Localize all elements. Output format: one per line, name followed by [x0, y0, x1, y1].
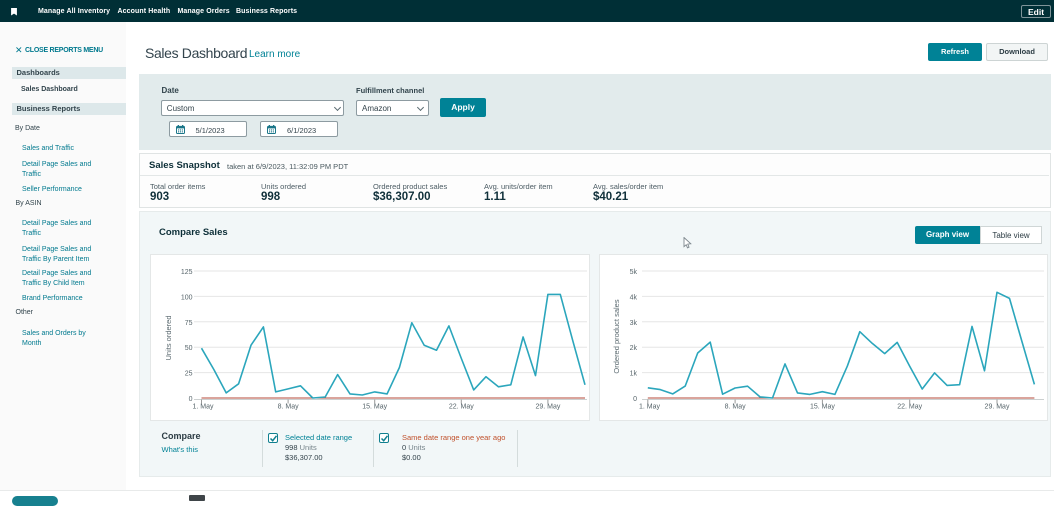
svg-text:0: 0 — [633, 396, 637, 403]
svg-text:29. May: 29. May — [985, 404, 1010, 411]
svg-text:3k: 3k — [630, 320, 638, 327]
svg-text:5k: 5k — [630, 269, 638, 276]
svg-text:Units ordered: Units ordered — [164, 315, 173, 360]
svg-text:15. May: 15. May — [810, 404, 835, 411]
svg-text:25: 25 — [185, 371, 193, 378]
svg-text:15. May: 15. May — [362, 404, 387, 411]
svg-text:Ordered product sales: Ordered product sales — [612, 299, 621, 373]
svg-text:125: 125 — [181, 269, 193, 276]
svg-text:8. May: 8. May — [278, 404, 300, 411]
svg-text:0: 0 — [189, 396, 193, 403]
svg-text:50: 50 — [185, 345, 193, 352]
svg-text:22. May: 22. May — [449, 404, 474, 411]
svg-text:2k: 2k — [630, 345, 638, 352]
svg-text:100: 100 — [181, 294, 193, 301]
svg-text:1k: 1k — [630, 371, 638, 378]
svg-text:22. May: 22. May — [897, 404, 922, 411]
svg-text:75: 75 — [185, 320, 193, 327]
svg-text:8. May: 8. May — [725, 404, 747, 411]
svg-text:1. May: 1. May — [192, 404, 214, 411]
svg-text:4k: 4k — [630, 294, 638, 301]
svg-text:1. May: 1. May — [639, 404, 661, 411]
svg-text:29. May: 29. May — [535, 404, 560, 411]
